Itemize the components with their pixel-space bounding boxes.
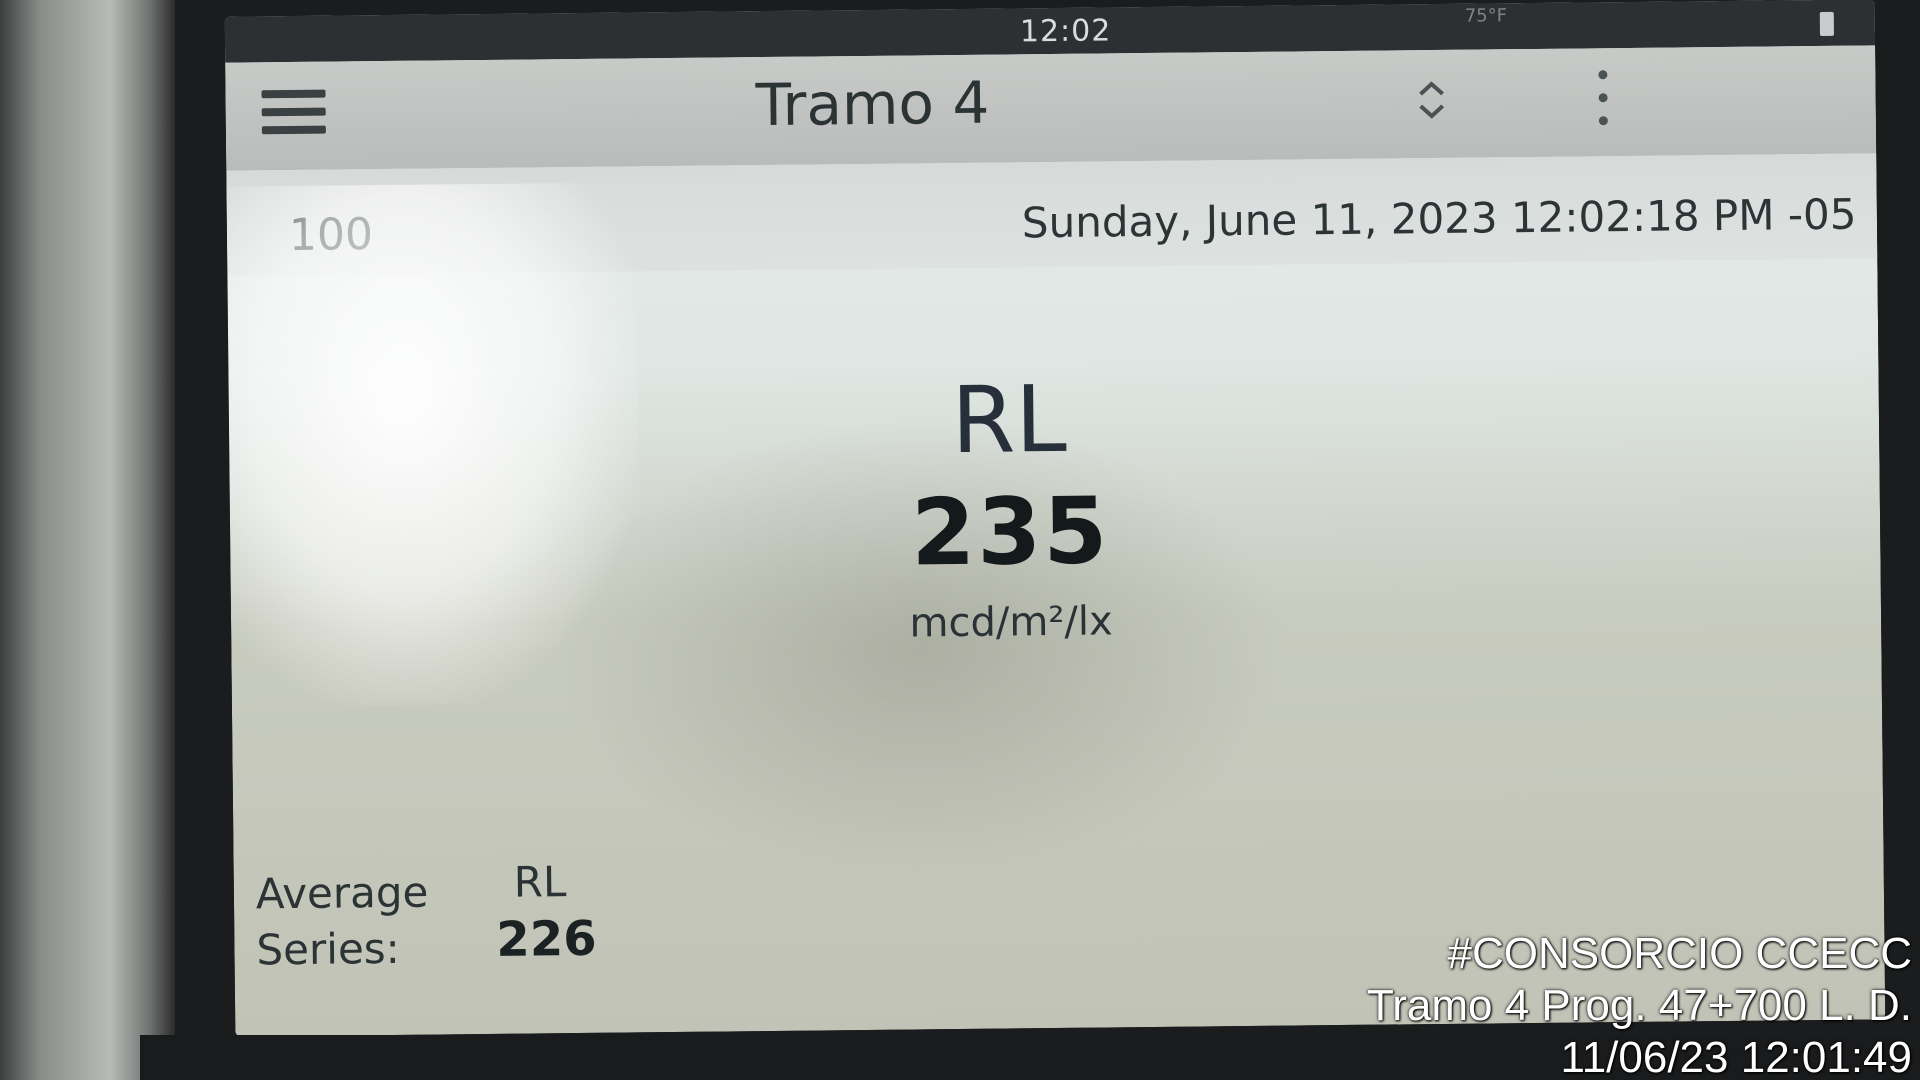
device-screen: 12:02 75°F Tramo 4 100 Sunday, June 11, … <box>224 0 1886 1037</box>
app-bar: Tramo 4 <box>225 45 1877 171</box>
reading-value: 235 <box>910 477 1110 587</box>
watermark-line1: #CONSORCIO CCECC <box>1447 929 1913 978</box>
watermark-line2: Tramo 4 Prog. 47+700 L. D. <box>1367 981 1912 1030</box>
average-label-line2: Series: <box>256 923 401 975</box>
photo-watermark: #CONSORCIO CCECC Tramo 4 Prog. 47+700 L.… <box>1367 928 1912 1080</box>
photo-scene: 12:02 75°F Tramo 4 100 Sunday, June 11, … <box>0 0 1920 1080</box>
up-down-arrows-icon[interactable] <box>1413 78 1449 122</box>
menu-icon[interactable] <box>261 89 326 145</box>
current-reading: RL 235 mcd/m²/lx <box>788 366 1231 655</box>
average-metric: RL <box>513 857 567 907</box>
status-temperature: 75°F <box>1464 5 1508 27</box>
status-clock: 12:02 <box>1019 13 1112 50</box>
measurement-datetime: Sunday, June 11, 2023 12:02:18 PM -05 <box>1021 189 1857 248</box>
more-vertical-icon[interactable] <box>1595 70 1610 140</box>
reading-unit: mcd/m²/lx <box>909 598 1113 647</box>
measurement-id: 100 <box>288 209 374 262</box>
watermark-line3: 11/06/23 12:01:49 <box>1560 1033 1912 1080</box>
average-label: Average Series: <box>256 865 430 979</box>
info-row: 100 Sunday, June 11, 2023 12:02:18 PM -0… <box>226 153 1878 276</box>
battery-icon <box>1819 11 1834 36</box>
average-label-line1: Average <box>255 867 429 919</box>
reading-label: RL <box>950 365 1068 475</box>
average-value: 226 <box>496 910 597 968</box>
app-title: Tramo 4 <box>755 68 990 140</box>
